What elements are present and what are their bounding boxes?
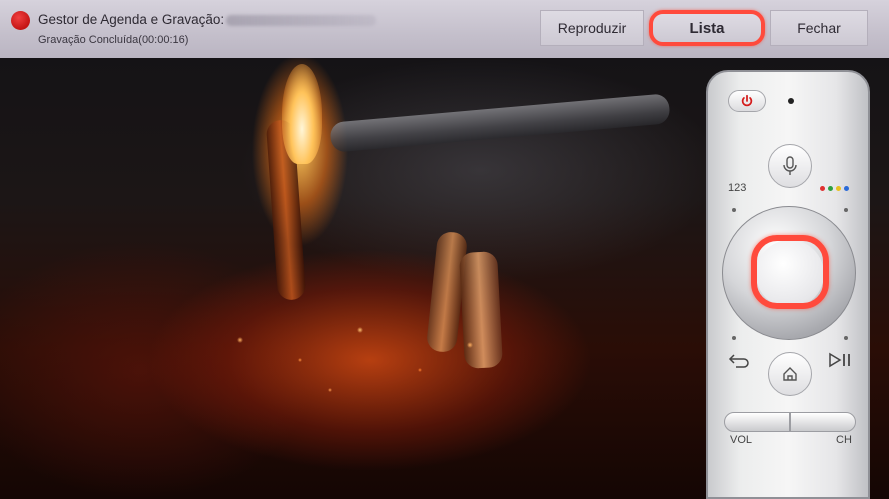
record-icon [11,11,30,30]
yellow-dot [836,186,841,191]
embers [210,300,530,410]
recording-manager-title: Gestor de Agenda e Gravação: [38,12,225,27]
dpad-corner-dot [732,336,736,340]
red-dot [820,186,825,191]
play-pause-icon[interactable] [828,352,854,368]
list-button[interactable]: Lista [649,10,765,46]
home-button[interactable] [768,352,812,396]
dpad-corner-dot [844,336,848,340]
dpad-corner-dot [732,208,736,212]
channel-label: CH [836,434,852,446]
volume-rocker[interactable] [724,412,790,432]
power-icon [741,94,753,107]
directional-pad[interactable] [722,206,856,340]
home-icon [783,367,797,381]
recording-status: Gravação Concluída(00:00:16) [38,34,189,46]
number-button[interactable]: 123 [728,182,746,194]
close-button[interactable]: Fechar [770,10,868,46]
blue-dot [844,186,849,191]
volume-label: VOL [730,434,753,446]
blurred-program-name [226,15,376,26]
back-icon[interactable] [728,352,750,368]
green-dot [828,186,833,191]
recording-info-bar: Gestor de Agenda e Gravação: Gravação Co… [0,0,889,58]
remote-control: 123 VOL CH [706,70,870,499]
microphone-icon [783,156,797,175]
color-buttons[interactable] [820,186,849,191]
voice-button[interactable] [768,144,812,188]
flame [282,64,322,164]
indicator-led [788,98,794,104]
background-log [329,93,671,153]
channel-rocker[interactable] [790,412,856,432]
dpad-corner-dot [844,208,848,212]
power-button[interactable] [728,90,766,112]
play-button[interactable]: Reproduzir [540,10,644,46]
ok-button-highlight [751,235,829,309]
